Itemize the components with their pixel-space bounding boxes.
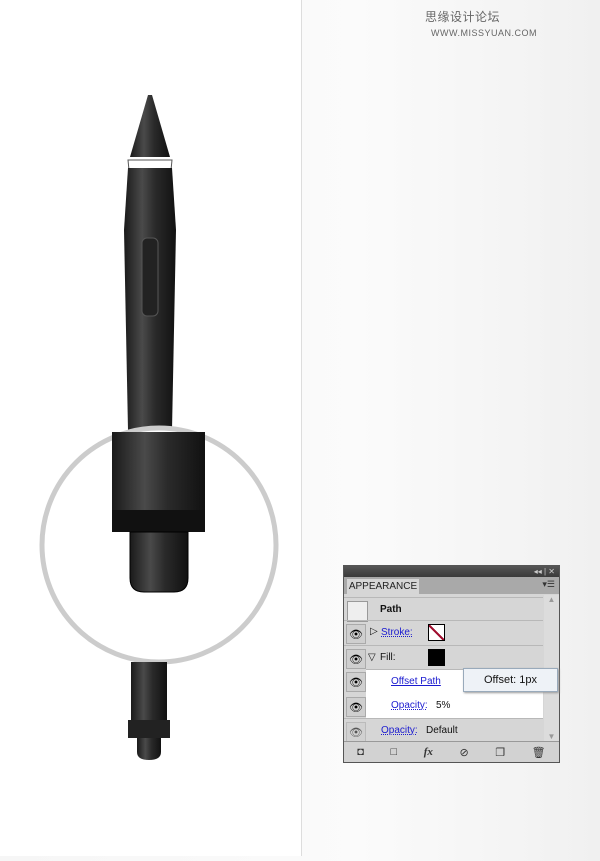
stroke-label[interactable]: Stroke: (381, 627, 413, 638)
thumbnail (347, 601, 368, 622)
opacity-value: Default (426, 725, 458, 736)
new-art-icon[interactable]: ◘ (357, 746, 364, 758)
opacity-row[interactable]: Opacity: 5% (366, 694, 543, 718)
pen-illustration (39, 95, 279, 760)
trash-icon[interactable]: 🗑 (532, 746, 546, 759)
opacity-link[interactable]: Opacity: (381, 725, 418, 736)
fx-icon[interactable]: fx (424, 746, 433, 758)
fill-swatch[interactable] (428, 649, 445, 666)
fill-label: Fill: (380, 652, 396, 663)
appearance-panel: ◂◂ | ✕ APPEARANCE ▾☰ Path 👁 ▷ Stroke: 👁 ▽ Fil… (343, 565, 560, 763)
duplicate-icon[interactable]: ❐ (495, 746, 505, 759)
panel-titlebar[interactable]: ◂◂ | ✕ (344, 566, 559, 577)
stroke-row[interactable]: 👁 ▷ Stroke: (344, 620, 543, 645)
fill-row[interactable]: 👁 ▽ Fill: (344, 645, 543, 670)
collapse-icon[interactable]: ▽ (368, 652, 376, 663)
stroke-swatch[interactable] (428, 624, 445, 641)
eye-icon[interactable]: 👁 (346, 722, 366, 742)
tab-appearance[interactable]: APPEARANCE (347, 579, 419, 594)
watermark: 思缘设计论坛WWW.MISSYUAN.COM (425, 10, 537, 38)
clear-icon[interactable]: □ (391, 746, 398, 758)
eye-icon[interactable]: 👁 (346, 649, 366, 669)
artboard (0, 0, 302, 856)
offset-path-link[interactable]: Offset Path (391, 676, 441, 687)
path-label: Path (380, 604, 402, 615)
object-opacity-row[interactable]: 👁 Opacity: Default (344, 718, 543, 743)
tooltip: Offset: 1px (463, 668, 558, 692)
no-icon[interactable]: ⊘ (459, 746, 468, 759)
eye-icon[interactable]: 👁 (346, 624, 366, 644)
expand-icon[interactable]: ▷ (370, 626, 378, 637)
eye-icon[interactable]: 👁 (346, 672, 366, 692)
eye-icon[interactable]: 👁 (346, 697, 366, 717)
opacity-link[interactable]: Opacity: (391, 700, 428, 711)
opacity-value: 5% (436, 700, 451, 711)
menu-icon[interactable]: ▾☰ (542, 579, 555, 590)
